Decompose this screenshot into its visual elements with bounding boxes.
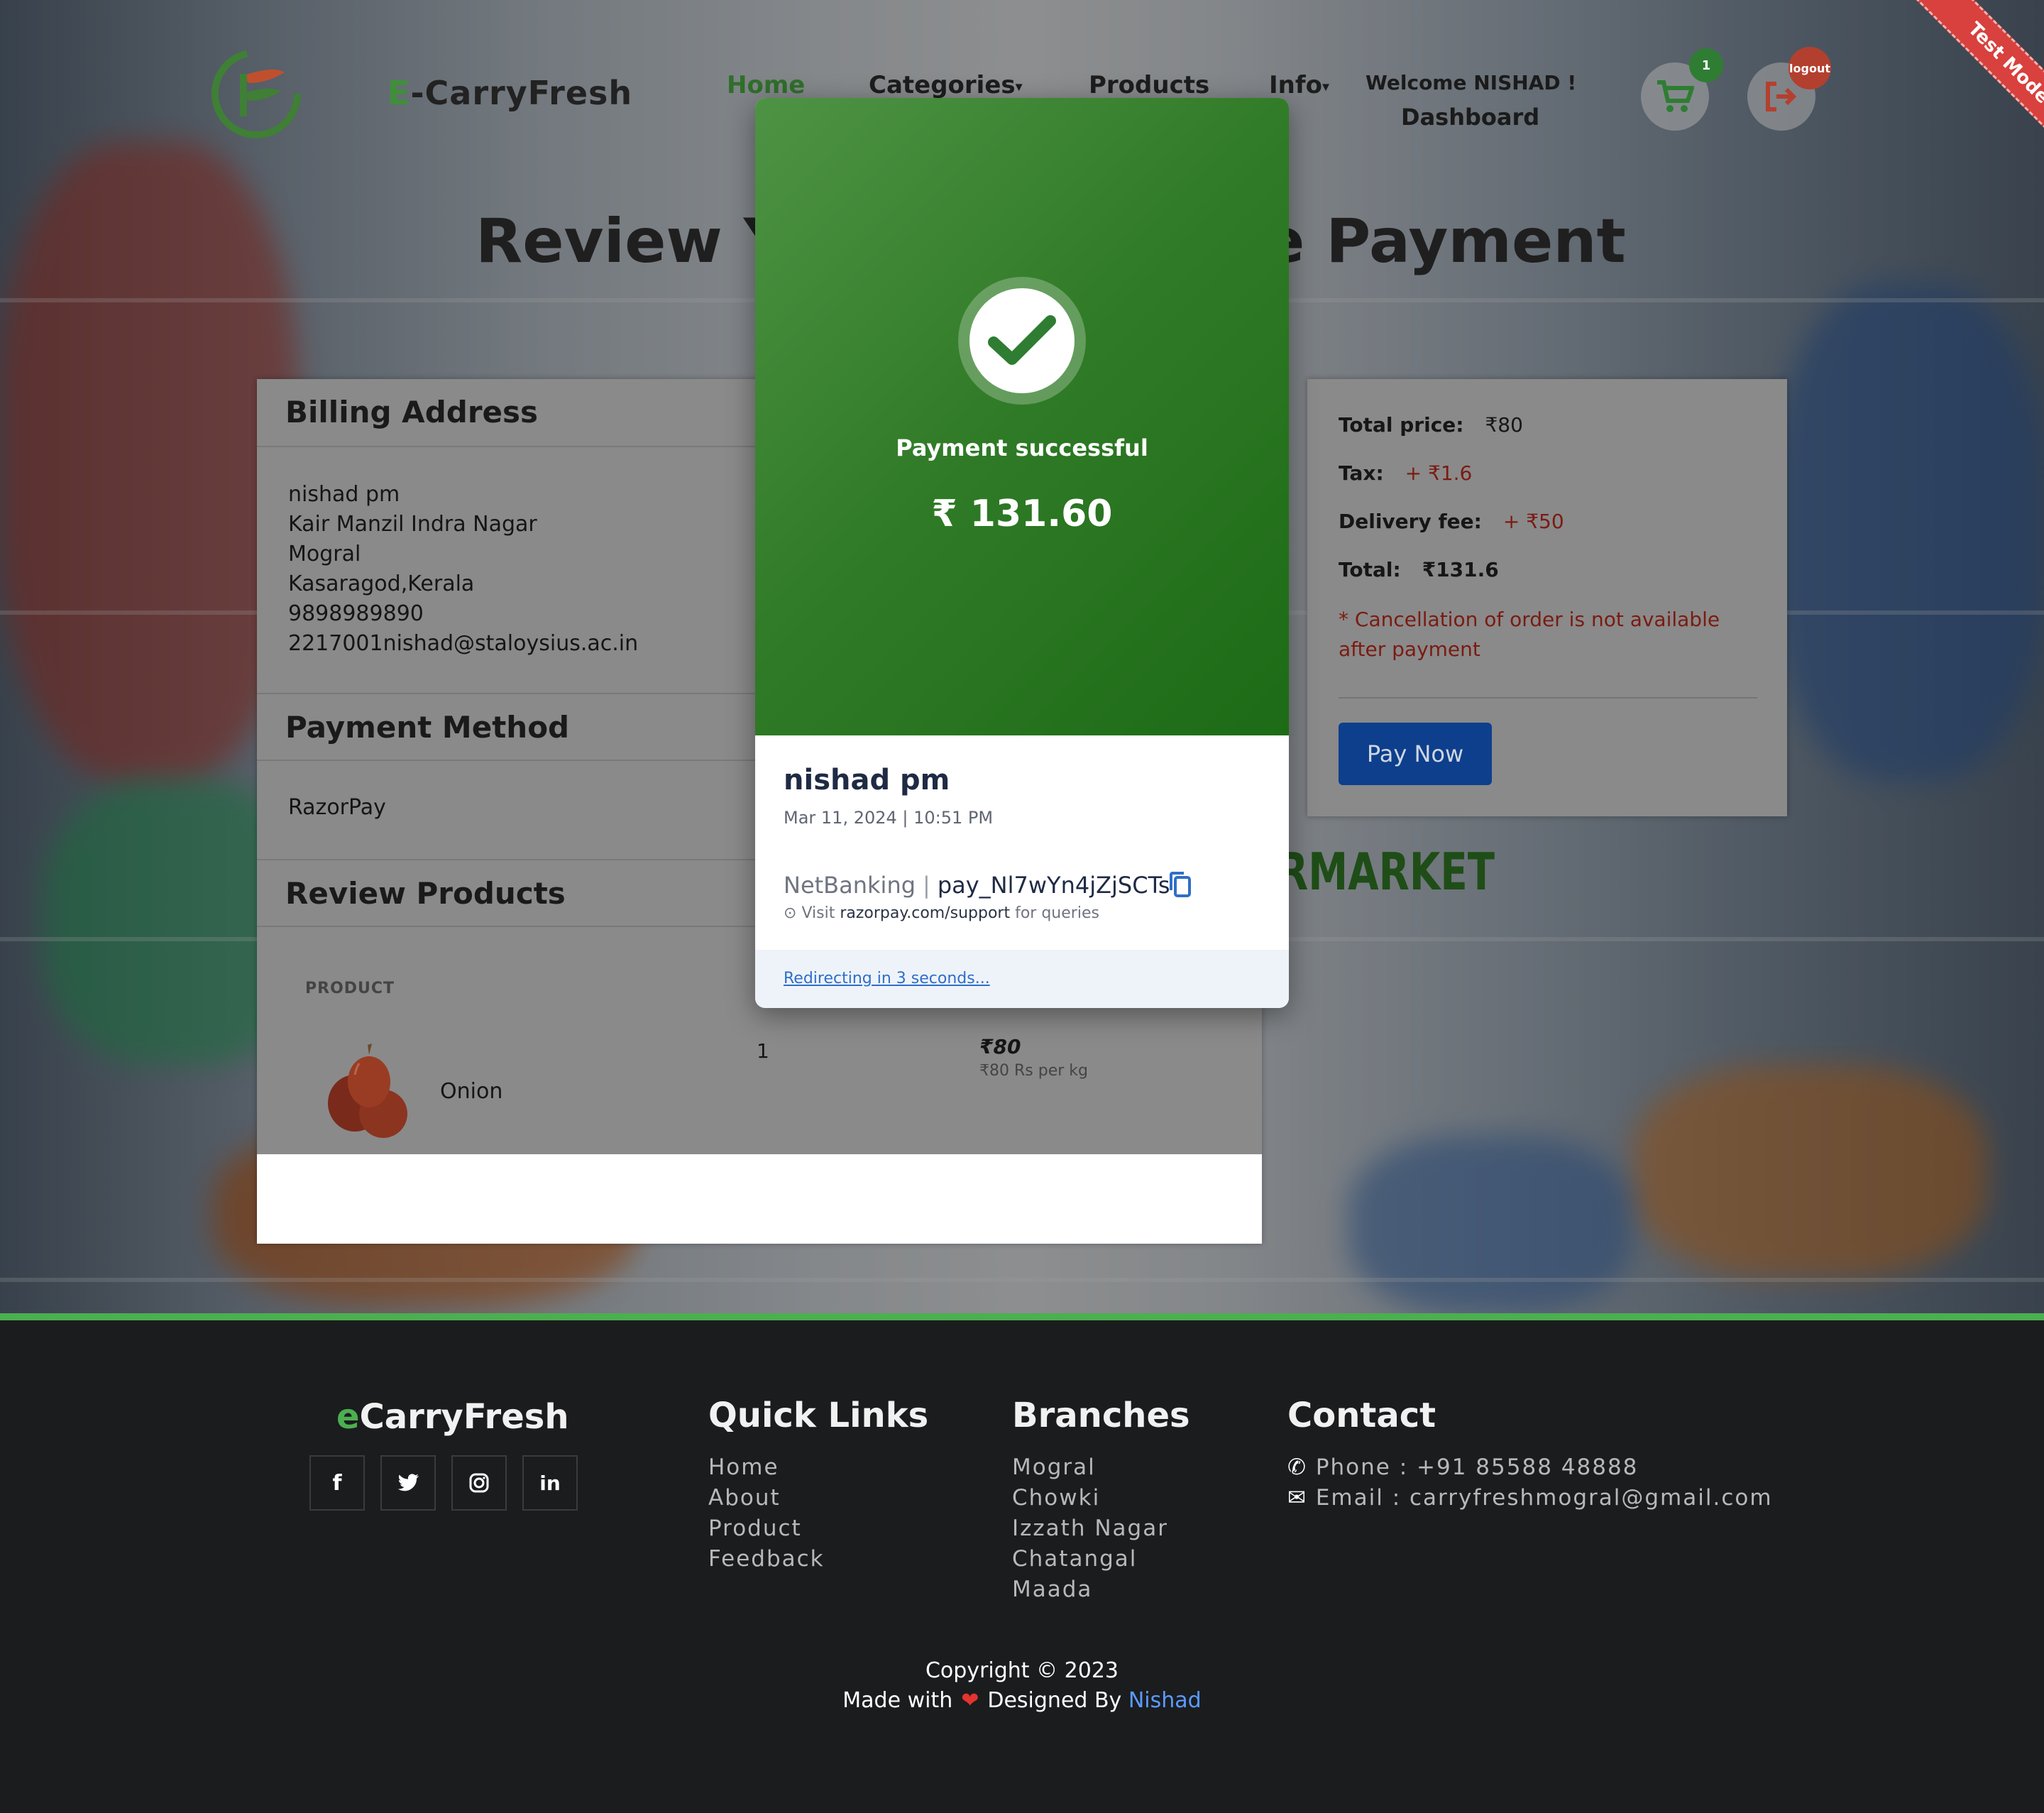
order-summary-card: Total price: ₹80 Tax: + ₹1.6 Delivery fee:… — [1307, 379, 1787, 816]
caret-down-icon: ▾ — [1015, 77, 1023, 95]
grand-total-row: Total: ₹131.6 — [1339, 558, 1499, 581]
branch-item: Izzath Nagar — [1012, 1516, 1168, 1541]
tax-row: Tax: + ₹1.6 — [1339, 461, 1473, 485]
linkedin-icon[interactable]: in — [522, 1455, 578, 1511]
branch-item: Mogral — [1012, 1455, 1096, 1480]
caret-down-icon: ▾ — [1322, 77, 1330, 95]
product-column-header: PRODUCT — [305, 980, 395, 997]
footer-divider — [0, 1313, 2044, 1320]
contact-info: ✆ Phone : +91 85588 48888 ✉ Email : carr… — [1287, 1452, 1773, 1513]
author-link[interactable]: Nishad — [1128, 1688, 1202, 1713]
support-link[interactable]: razorpay.com/support — [840, 904, 1010, 922]
copyright: Copyright © 2023 — [925, 1658, 1119, 1683]
payment-amount: ₹ 131.60 — [931, 493, 1113, 535]
heart-icon: ❤ — [961, 1688, 979, 1713]
branches-list: Mogral Chowki Izzath Nagar Chatangal Maa… — [1012, 1452, 1168, 1605]
supermarket-sign-text: RMARKET — [1278, 842, 1495, 902]
made-with-line: Made with ❤ Designed By Nishad — [842, 1688, 1202, 1713]
payment-datetime: Mar 11, 2024 | 10:51 PM — [784, 808, 994, 828]
phone-icon: ✆ — [1287, 1455, 1307, 1480]
divider — [1339, 697, 1757, 699]
support-note: ⊙ Visit razorpay.com/support for queries — [784, 904, 1099, 922]
envelope-icon: ✉ — [1287, 1485, 1307, 1511]
onion-image — [328, 1044, 407, 1138]
footer-link-about[interactable]: About — [708, 1483, 825, 1513]
clock-icon: ⊙ — [784, 904, 797, 922]
contact-phone: ✆ Phone : +91 85588 48888 — [1287, 1455, 1639, 1480]
instagram-icon[interactable] — [451, 1455, 507, 1511]
delivery-fee-row: Delivery fee: + ₹50 — [1339, 510, 1564, 533]
nav-info[interactable]: Info▾ — [1269, 71, 1329, 99]
modal-success-banner: Payment successful ₹ 131.60 — [755, 98, 1289, 735]
product-name: Onion — [440, 1079, 503, 1104]
payment-method-value: RazorPay — [288, 795, 386, 820]
cart-count-badge: 1 — [1689, 48, 1723, 82]
footer-link-feedback[interactable]: Feedback — [708, 1544, 825, 1574]
total-price-row: Total price: ₹80 — [1339, 413, 1523, 437]
facebook-icon[interactable]: f — [309, 1455, 365, 1511]
quick-links-list: Home About Product Feedback — [708, 1452, 825, 1574]
copy-icon[interactable] — [1168, 870, 1192, 899]
logo-icon[interactable] — [210, 44, 302, 143]
billing-address: nishad pm Kair Manzil Indra Nagar Mogral… — [288, 482, 639, 656]
logout-badge: logout — [1788, 47, 1831, 89]
nav-products[interactable]: Products — [1089, 71, 1209, 99]
redirect-link[interactable]: Redirecting in 3 seconds... — [784, 970, 990, 987]
payment-status: Payment successful — [896, 434, 1148, 461]
nav-categories[interactable]: Categories▾ — [869, 71, 1023, 99]
page-title-end: e Payment — [1263, 206, 1626, 277]
cancellation-note: * Cancellation of order is not available… — [1339, 608, 1720, 661]
contact-email: ✉ Email : carryfreshmogral@gmail.com — [1287, 1485, 1773, 1511]
product-unit-price: ₹80 Rs per kg — [979, 1062, 1088, 1080]
product-quantity: 1 — [757, 1039, 769, 1063]
contact-heading: Contact — [1287, 1396, 1436, 1435]
welcome-text: Welcome NISHAD ! — [1366, 71, 1577, 94]
dashboard-link[interactable]: Dashboard — [1401, 104, 1539, 131]
payment-success-modal: Payment successful ₹ 131.60 nishad pm Ma… — [755, 98, 1289, 1008]
nav-home[interactable]: Home — [727, 71, 805, 99]
product-price: ₹80 — [979, 1035, 1021, 1058]
quick-links-heading: Quick Links — [708, 1396, 929, 1435]
footer-brand: eCarryFresh — [336, 1397, 569, 1437]
logout-icon — [1766, 82, 1797, 111]
site-footer: eCarryFresh f in Quick Links Home About … — [0, 1320, 2044, 1813]
card-bottom — [257, 1154, 1262, 1244]
footer-link-home[interactable]: Home — [708, 1452, 825, 1483]
branch-item: Chatangal — [1012, 1546, 1138, 1572]
success-check-icon — [958, 277, 1086, 405]
branch-item: Chowki — [1012, 1485, 1101, 1511]
branch-item: Maada — [1012, 1577, 1093, 1602]
modal-footer: Redirecting in 3 seconds... — [755, 950, 1289, 1008]
footer-link-product[interactable]: Product — [708, 1513, 825, 1544]
brand-name[interactable]: E-CarryFresh — [388, 74, 632, 112]
cart-icon — [1657, 80, 1694, 112]
pay-now-button[interactable]: Pay Now — [1339, 723, 1492, 785]
branches-heading: Branches — [1012, 1396, 1190, 1435]
payer-name: nishad pm — [784, 764, 950, 796]
twitter-icon[interactable] — [380, 1455, 436, 1511]
payment-reference: NetBanking | pay_Nl7wYn4jZjSCTs — [784, 872, 1170, 899]
